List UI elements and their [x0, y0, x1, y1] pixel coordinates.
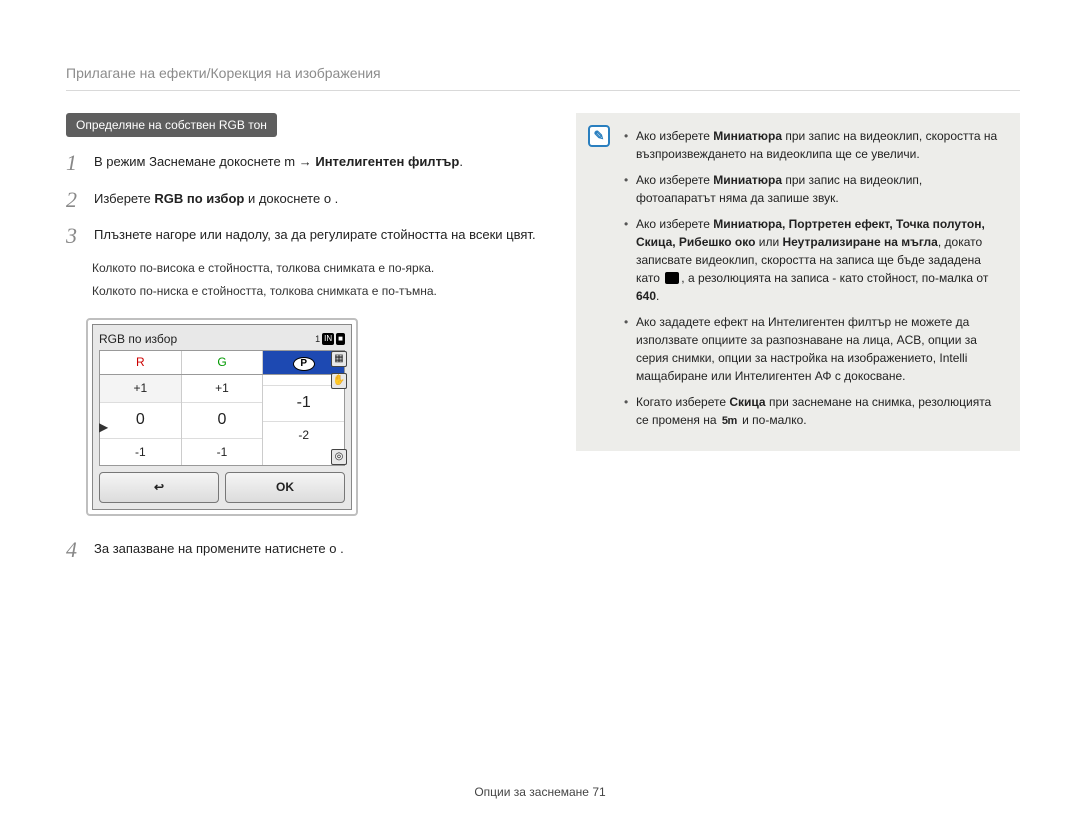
side-icon-hand[interactable]: ✋ — [331, 373, 347, 389]
tab-r[interactable]: R — [100, 351, 182, 374]
step-number: 1 — [66, 151, 84, 175]
step-number: 2 — [66, 188, 84, 212]
step-3-sub-a: Колкото по-висока е стойността, толкова … — [92, 260, 546, 277]
page-footer: Опции за заснемане 71 — [0, 784, 1080, 801]
record-mode-icon — [665, 272, 679, 284]
step-4: 4 За запазване на промените натиснете o … — [66, 538, 546, 562]
rgb-tabs[interactable]: R G P — [99, 350, 345, 375]
col-g[interactable]: +1 0 -1 — [182, 375, 264, 465]
lcd-side-icons: ▦ ✋ ◎ — [331, 351, 347, 465]
lcd-preview: RGB по избор 1 IN ■ R G P — [86, 318, 358, 517]
info-icon: ✎ — [588, 125, 610, 147]
note-item: Ако зададете ефект на Интелигентен филтъ… — [624, 313, 1002, 385]
note-item: Когато изберете Скица при заснемане на с… — [624, 393, 1002, 430]
note-item: Ако изберете Миниатюра, Портретен ефект,… — [624, 215, 1002, 305]
step-3-sub-b: Колкото по-ниска е стойността, толкова с… — [92, 283, 546, 300]
side-icon-1[interactable]: ▦ — [331, 351, 347, 367]
lcd-badge: 1 IN ■ — [315, 333, 345, 346]
lcd-ok-button[interactable]: OK — [225, 472, 345, 503]
breadcrumb: Прилагане на ефекти/Корекция на изображе… — [66, 64, 1020, 91]
section-chip: Определяне на собствен RGB тон — [66, 113, 277, 138]
side-icon-target[interactable]: ◎ — [331, 449, 347, 465]
col-r[interactable]: +1 0 -1 — [100, 375, 182, 465]
rgb-values[interactable]: +1 0 -1 +1 0 -1 -1 -2 — [99, 375, 345, 466]
step-2: 2 Изберете RGB по избор и докоснете o . — [66, 188, 546, 212]
note-item: Ако изберете Миниатюра при запис на виде… — [624, 171, 1002, 207]
step-1: 1 В режим Заснемане докоснете m → Интели… — [66, 151, 546, 175]
resolution-5m-icon: 5m — [722, 413, 737, 430]
tab-g[interactable]: G — [182, 351, 264, 374]
note-item: Ако изберете Миниатюра при запис на виде… — [624, 127, 1002, 163]
step-text: За запазване на промените натиснете o . — [94, 538, 546, 558]
lcd-title: RGB по избор — [99, 331, 177, 348]
step-text: Изберете RGB по избор и докоснете o . — [94, 188, 546, 208]
lcd-back-button[interactable] — [99, 472, 219, 503]
step-3: 3 Плъзнете нагоре или надолу, за да регу… — [66, 224, 546, 248]
step-text: Плъзнете нагоре или надолу, за да регули… — [94, 224, 546, 244]
step-number: 4 — [66, 538, 84, 562]
info-box: ✎ Ако изберете Миниатюра при запис на ви… — [576, 113, 1020, 452]
tab-b-bubble: P — [293, 357, 315, 371]
step-text: В режим Заснемане докоснете m → Интелиге… — [94, 151, 546, 171]
right-column: ✎ Ако изберете Миниатюра при запис на ви… — [576, 113, 1020, 575]
play-icon: ▶ — [99, 419, 108, 436]
step-number: 3 — [66, 224, 84, 248]
left-column: Определяне на собствен RGB тон 1 В режим… — [66, 113, 546, 575]
